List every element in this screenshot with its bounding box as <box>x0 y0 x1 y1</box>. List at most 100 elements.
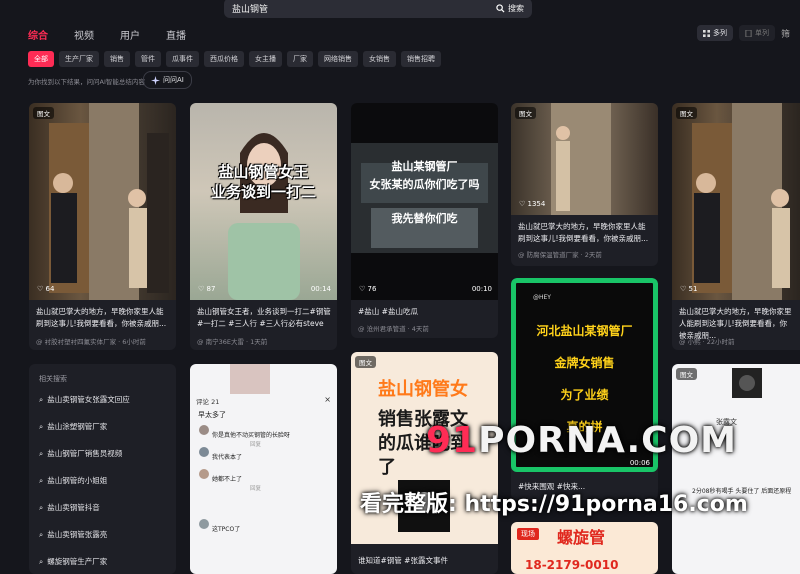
grid-icon <box>702 29 710 37</box>
related-searches-title: 相关搜索 <box>39 375 67 383</box>
search-icon: ⌕ <box>39 448 44 458</box>
hallway-photo <box>551 103 611 215</box>
ask-ai-button[interactable]: 问问AI <box>143 71 192 89</box>
poster-text: 了 <box>378 457 396 478</box>
chip-female-host[interactable]: 女主播 <box>249 51 282 67</box>
search-bar[interactable]: 搜索 <box>224 0 532 18</box>
chip-fittings[interactable]: 管件 <box>135 51 161 67</box>
chip-gossip[interactable]: 瓜事件 <box>166 51 199 67</box>
video-duration: 00:10 <box>471 285 492 293</box>
result-card[interactable]: 图文 ♡ 1354 盐山就巴掌大的地方，早晚你家里人能刷到这事儿!我倒要看看，你… <box>511 103 658 266</box>
related-search-item[interactable]: ⌕ 螺旋钢管生产厂家 <box>39 556 107 567</box>
post-time: · 1天前 <box>246 338 268 346</box>
search-button[interactable]: 搜索 <box>496 3 532 14</box>
ai-hint-text: 为你找到以下结果，问问AI智能总结内容 <box>28 78 145 86</box>
author-name[interactable]: @ 防腐保温管道厂家 <box>518 251 579 259</box>
commenter-avatars <box>199 425 209 529</box>
like-count: ♡ 51 <box>680 285 698 293</box>
watermark-prefix: 91 <box>426 420 479 461</box>
result-card[interactable]: @HEY 河北盐山某钢管厂 金牌女销售 为了业绩 真的拼 00:06 #快来围观… <box>511 278 658 500</box>
related-search-label: 盐山钢管的小姐姐 <box>47 476 108 485</box>
tab-video[interactable]: 视频 <box>74 27 94 42</box>
watermark-domain: PORNA.COM <box>478 420 737 461</box>
tab-user[interactable]: 用户 <box>120 27 140 42</box>
author-name[interactable]: @ 南宁36E大雷 <box>197 338 244 346</box>
result-card[interactable]: 图文 ♡ 64 盐山就巴掌大的地方，早晚你家里人能刷到这事儿!我倒要看看，你被亲… <box>29 103 176 350</box>
image-post-badge: 图文 <box>676 368 697 380</box>
related-search-item[interactable]: ⌕ 盐山卖钢管张露亮 <box>39 529 107 540</box>
card-thumbnail[interactable]: 张露文 2分08秒有喝手 头要住了 后面还原程 <box>672 364 800 574</box>
card-thumbnail[interactable] <box>672 103 800 300</box>
poster-text: 河北盐山某钢管厂 <box>536 324 633 338</box>
author-name[interactable]: @ 衬胶衬塑衬四氟实体厂家 <box>36 338 116 346</box>
hallway-photo <box>692 103 790 300</box>
tab-live[interactable]: 直播 <box>166 27 186 42</box>
related-search-item[interactable]: ⌕ 盐山卖钢管女张露文回应 <box>39 394 130 405</box>
single-column-button[interactable]: 单列 <box>738 25 775 41</box>
chip-manufacturer[interactable]: 生产厂家 <box>59 51 99 67</box>
like-count-value: 51 <box>688 285 698 293</box>
card-thumbnail[interactable] <box>29 103 176 300</box>
card-author: @ 沧州君承管道 · 4天前 <box>358 323 429 333</box>
like-count: ♡ 64 <box>37 285 55 293</box>
watermark-logo: 91PORNA.COM <box>426 420 737 461</box>
image-post-badge: 图文 <box>33 107 54 119</box>
post-time: · 4天前 <box>407 325 429 333</box>
poster-text: 螺旋管 <box>557 528 606 547</box>
chip-sales-recruit[interactable]: 销售招聘 <box>401 51 441 67</box>
related-search-item[interactable]: ⌕ 盐山卖钢管抖音 <box>39 502 100 513</box>
card-author: @ 南宁36E大雷 · 1天前 <box>197 336 267 346</box>
author-name[interactable]: @ 小熙 <box>679 338 701 346</box>
chip-sales[interactable]: 销售 <box>104 51 130 67</box>
card-caption: #盐山 #盐山吃瓜 <box>358 307 418 316</box>
search-input[interactable] <box>224 2 496 14</box>
poster-text: 金牌女销售 <box>554 356 615 370</box>
cat-photo <box>732 368 762 398</box>
related-search-label: 盐山卖钢管女张露文回应 <box>47 395 130 404</box>
like-count-value: 76 <box>367 285 377 293</box>
card-author: @ 衬胶衬塑衬四氟实体厂家 · 6小时前 <box>36 336 146 346</box>
multi-column-button[interactable]: 多列 <box>696 25 733 41</box>
card-thumbnail[interactable]: 评论 21 × 早太多了 你是真他不动买钢管的长脸呀 我代表本了 她都不上了 这… <box>190 364 337 574</box>
chip-watermelon-price[interactable]: 西瓜价格 <box>204 51 244 67</box>
ask-ai-label: 问问AI <box>163 76 184 84</box>
single-column-label: 单列 <box>754 29 769 37</box>
account-handle: @HEY <box>533 294 551 301</box>
related-search-label: 螺旋钢管生产厂家 <box>47 557 108 566</box>
card-thumbnail[interactable] <box>351 103 498 300</box>
related-search-item[interactable]: ⌕ 盐山钢管的小姐姐 <box>39 475 107 486</box>
card-thumbnail[interactable] <box>511 103 658 215</box>
close-icon[interactable]: × <box>324 395 331 404</box>
search-icon <box>496 3 505 13</box>
related-search-item[interactable]: ⌕ 盐山钢管厂销售员视频 <box>39 448 122 459</box>
card-caption: 谁知道#钢管 #张露文事件 <box>358 556 448 565</box>
result-card[interactable]: 图文 ♡ 51 盐山就巴掌大的地方，早晚你家里人能刷到这事儿!我倒要看看，你被亲… <box>672 103 800 350</box>
reply-link[interactable]: 回复 <box>250 440 261 448</box>
related-search-label: 盐山卖钢管抖音 <box>47 503 100 512</box>
related-search-label: 盐山涂塑钢管厂家 <box>47 422 108 431</box>
comment-text: 早太多了 <box>198 411 226 419</box>
result-card[interactable]: 张露文 2分08秒有喝手 头要住了 后面还原程 图文 <box>672 364 800 574</box>
like-count-value: 87 <box>206 285 216 293</box>
chip-all[interactable]: 全部 <box>28 51 54 67</box>
chip-online-sales[interactable]: 网络销售 <box>318 51 358 67</box>
image-post-badge: 图文 <box>676 107 697 119</box>
result-card[interactable]: 图文 盐山钢管女 销售张露文 的瓜谁吃到 了 谁知道#钢管 #张露文事件 <box>351 352 498 574</box>
chip-female-sales[interactable]: 女销售 <box>363 51 396 67</box>
result-card[interactable]: 评论 21 × 早太多了 你是真他不动买钢管的长脸呀 我代表本了 她都不上了 这… <box>190 364 337 574</box>
result-card[interactable]: 盐山某钢管厂 女张某的瓜你们吃了吗 我先替你们吃 ♡ 76 00:10 #盐山 … <box>351 103 498 338</box>
chip-factory[interactable]: 厂家 <box>287 51 313 67</box>
filter-button[interactable]: 筛 <box>781 27 790 40</box>
watermark-url: 看完整版: https://91porna16.com <box>360 492 748 517</box>
search-icon: ⌕ <box>39 502 44 512</box>
view-toggle: 多列 单列 筛 <box>696 25 790 41</box>
tab-all[interactable]: 综合 <box>28 27 48 42</box>
related-search-item[interactable]: ⌕ 盐山涂塑钢管厂家 <box>39 421 107 432</box>
author-name[interactable]: @ 沧州君承管道 <box>358 325 406 333</box>
reply-link[interactable]: 回复 <box>250 484 261 492</box>
result-card[interactable]: 现场 螺旋管 18-2179-0010 <box>511 522 658 574</box>
subway-photo <box>351 143 498 253</box>
card-author: @ 防腐保温管道厂家 · 2天前 <box>518 249 602 259</box>
result-card[interactable]: 盐山钢管女王 业务谈到一打二 ♡ 87 00:14 盐山钢管女王者，业务谈到一打… <box>190 103 337 350</box>
like-count: ♡ 76 <box>359 285 377 293</box>
